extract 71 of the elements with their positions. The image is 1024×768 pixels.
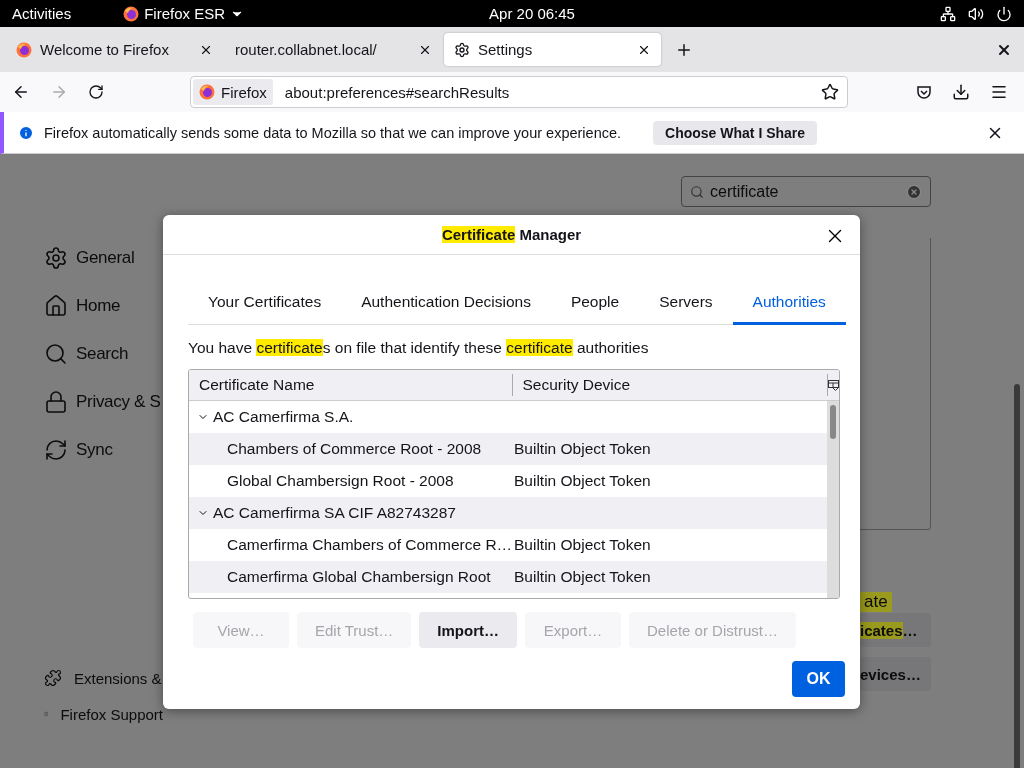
choose-what-i-share-button[interactable]: Choose What I Share: [653, 120, 818, 145]
download-icon[interactable]: [952, 83, 970, 101]
search-icon: [44, 342, 68, 366]
certificate-name[interactable]: Camerfirma Chambers of Commerce R…: [227, 536, 513, 554]
sidebar-item[interactable]: Privacy & S: [44, 378, 163, 426]
puzzle-icon: [44, 669, 62, 687]
tab-title: router.collabnet.local/: [235, 41, 378, 58]
column-header[interactable]: Certificate Name: [189, 374, 513, 396]
settings-button[interactable]: evices…: [860, 657, 931, 691]
dialog-tab[interactable]: Authentication Decisions: [341, 285, 551, 325]
sidebar-item[interactable]: Search: [44, 330, 163, 378]
star-icon[interactable]: [821, 83, 839, 101]
volume-icon: [968, 5, 984, 22]
pocket-icon[interactable]: [916, 84, 932, 100]
certificate-name[interactable]: Global Chambersign Root - 2008: [227, 472, 454, 490]
column-header[interactable]: Security Device: [512, 374, 828, 396]
gear-icon: [44, 246, 68, 270]
ok-button[interactable]: OK: [792, 661, 845, 697]
network-icon: [940, 5, 956, 22]
lock-icon: [44, 390, 68, 414]
security-device: Builtin Object Token: [514, 568, 651, 586]
dialog-tab[interactable]: Servers: [639, 285, 733, 325]
sidebar-link[interactable]: Extensions &: [44, 660, 163, 696]
highlighted-text: ate: [860, 592, 892, 612]
sidebar-item[interactable]: Sync: [44, 426, 163, 474]
certificate-name[interactable]: Camerfirma Global Chambersign Root: [227, 568, 491, 586]
scrollbar[interactable]: [827, 401, 839, 598]
reload-icon[interactable]: [88, 84, 104, 100]
browser-tab[interactable]: Welcome to Firefox: [6, 33, 223, 66]
sidebar-item[interactable]: Home: [44, 282, 163, 330]
browser-tab[interactable]: router.collabnet.local/: [225, 33, 442, 66]
dialog-button[interactable]: Import…: [419, 612, 518, 648]
tree-group[interactable]: AC Camerfirma S.A.: [213, 408, 354, 426]
menu-icon[interactable]: [990, 83, 1008, 101]
browser-tab[interactable]: Settings: [444, 33, 661, 66]
dialog-title: Certificate Manager: [441, 226, 582, 243]
settings-button[interactable]: icates…: [860, 613, 931, 647]
security-device: Builtin Object Token: [514, 472, 651, 490]
security-device: Builtin Object Token: [514, 440, 651, 458]
tab-title: Welcome to Firefox: [40, 41, 170, 58]
firefox-icon: [16, 41, 32, 58]
search-icon: [690, 184, 704, 199]
sidebar-link[interactable]: Firefox Support: [44, 696, 163, 732]
address-bar[interactable]: Firefox about:preferences#searchResults: [190, 76, 848, 108]
certificate-name[interactable]: Chambers of Commerce Root - 2008: [227, 440, 482, 458]
firefox-icon: [123, 5, 140, 22]
home-icon: [44, 294, 68, 318]
back-icon[interactable]: [12, 83, 30, 101]
gear-icon: [454, 41, 470, 58]
dialog-tab[interactable]: People: [550, 285, 640, 325]
search-field[interactable]: certificate: [681, 176, 931, 207]
firefox-icon: [199, 84, 215, 100]
url-text: about:preferences#searchResults: [284, 83, 511, 101]
dialog-tab[interactable]: Authorities: [732, 285, 846, 325]
scrollbar-thumb[interactable]: [830, 405, 836, 439]
info-icon: [18, 124, 34, 141]
dialog-tab[interactable]: Your Certificates: [188, 285, 342, 325]
description-text: You have certificates on file that identify these certificate authorities: [188, 339, 650, 357]
app-menu[interactable]: Firefox ESR: [123, 5, 245, 22]
scrollbar-thumb[interactable]: [1014, 384, 1020, 768]
clear-icon[interactable]: [906, 183, 922, 200]
identity-label: Firefox: [221, 83, 267, 101]
sync-icon: [44, 438, 68, 462]
activities-button[interactable]: Activities: [12, 5, 72, 22]
sidebar-item[interactable]: General: [44, 234, 163, 282]
notification-message: Firefox automatically sends some data to Mozilla so that we can improve your experience.: [44, 124, 622, 141]
security-device: Builtin Object Token: [514, 536, 651, 554]
tab-title: Settings: [478, 41, 534, 58]
clock[interactable]: Apr 20 06:45: [489, 5, 695, 22]
column-picker-icon[interactable]: [828, 379, 839, 391]
power-icon[interactable]: [996, 5, 1012, 22]
